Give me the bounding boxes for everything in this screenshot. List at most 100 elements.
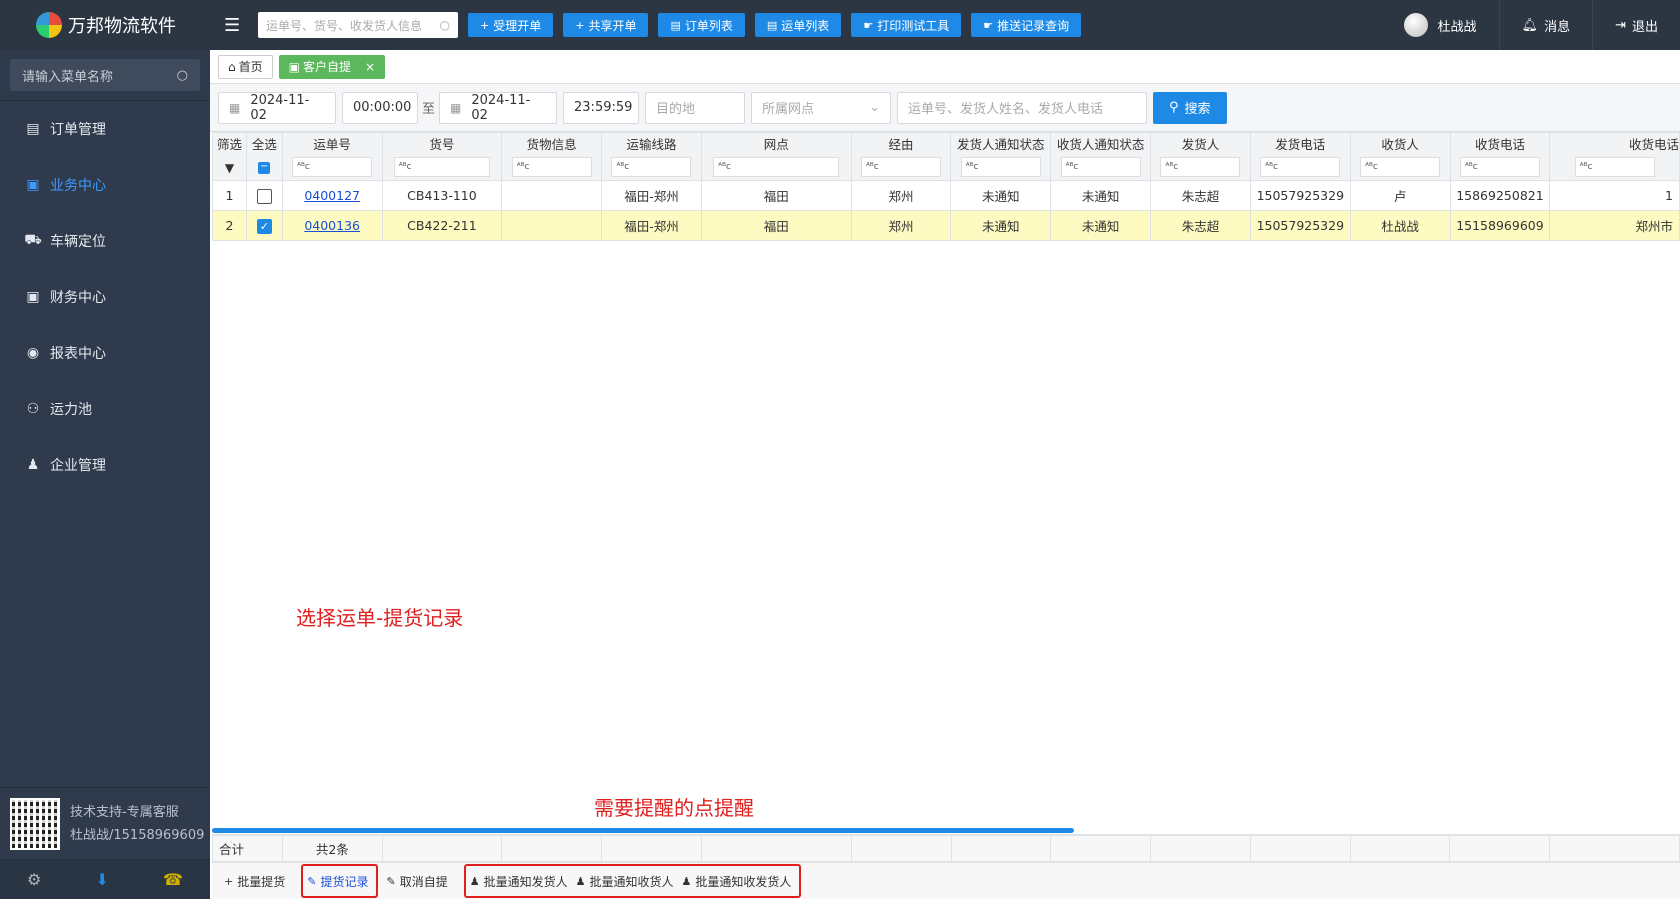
column-header[interactable]: 收货人通知状态 — [1050, 132, 1152, 155]
end-time-input[interactable]: 23:59:59 — [563, 91, 640, 124]
table-row[interactable]: 2 ✓ 0400136 CB422-211 福田-郑州 福田 郑州 未通知 未通知 朱志超 1505… — [212, 210, 1680, 241]
messages-button[interactable]: 🔔︎ 消息 — [1498, 0, 1593, 50]
column-filter-input[interactable]: ᴬᴮc — [292, 157, 373, 178]
column-header[interactable]: 筛选 — [212, 132, 247, 155]
sidebar: 请输入菜单名称 ○ ▤ 订单管理 ▣ 业务中心 ⛟ 车辆定位 ▣ 财务中心 ◉ 报表中心 ⚇ 运力池 ♟… — [0, 50, 210, 899]
notify-sender-button[interactable]: ♟ 批量通知发货人 — [470, 869, 568, 893]
print-test-tool-label: 打印测试工具 — [877, 18, 950, 33]
keyword-input[interactable]: 运单号、发货人姓名、发货人电话 — [897, 91, 1148, 124]
sidebar-item-label: 订单管理 — [50, 122, 106, 138]
cell-route: 福田-郑州 — [601, 210, 702, 241]
shared-order-button[interactable]: + 共享开单 — [563, 13, 649, 37]
destination-placeholder: 目的地 — [656, 102, 696, 117]
column-header[interactable]: 收货电话 — [1449, 132, 1551, 155]
sidebar-item-capacity[interactable]: ⚇ 运力池 — [0, 381, 210, 437]
sidebar-item-reports[interactable]: ◉ 报表中心 — [0, 325, 210, 381]
column-filter-input[interactable]: ᴬᴮc — [1459, 157, 1540, 178]
waybill-link[interactable]: 0400136 — [304, 218, 360, 233]
search-icon[interactable]: ○ — [440, 18, 450, 32]
search-icon[interactable]: ○ — [177, 68, 188, 83]
row-checkbox[interactable] — [256, 188, 272, 204]
notify-both-button[interactable]: ♟ 批量通知收发货人 — [681, 869, 791, 893]
column-filter-input[interactable]: ᴬᴮc — [1060, 157, 1141, 178]
list-icon: ▤ — [766, 18, 778, 32]
column-filter-input[interactable]: ᴬᴮc — [393, 157, 490, 178]
column-header[interactable]: 运输线路 — [601, 132, 702, 155]
cell-receiver-status: 未通知 — [1050, 210, 1152, 241]
sidebar-item-vehicle[interactable]: ⛟ 车辆定位 — [0, 213, 210, 269]
sidebar-item-orders[interactable]: ▤ 订单管理 — [0, 101, 210, 157]
business-icon: ▣ — [26, 177, 40, 193]
start-time-input[interactable]: 00:00:00 — [342, 91, 418, 124]
print-test-tool-button[interactable]: ☛ 打印测试工具 — [851, 13, 962, 37]
order-list-button[interactable]: ▤ 订单列表 — [658, 13, 745, 37]
column-filter-input[interactable]: ᴬᴮc — [713, 157, 840, 178]
column-filter-input[interactable]: ᴬᴮc — [1360, 157, 1441, 178]
column-header[interactable]: 收货人 — [1349, 132, 1451, 155]
top-search-input[interactable]: 运单号、货号、收发货人信息 ○ — [258, 12, 458, 38]
destination-input[interactable]: 目的地 — [645, 91, 746, 124]
top-search-placeholder: 运单号、货号、收发货人信息 — [266, 18, 423, 33]
sidebar-item-business[interactable]: ▣ 业务中心 — [0, 157, 210, 213]
tab-customer-pickup[interactable]: ▣ 客户自提 × — [278, 54, 386, 79]
cell-cargo-no: CB422-211 — [381, 210, 503, 241]
sidebar-item-label: 财务中心 — [50, 290, 106, 306]
cancel-pickup-button[interactable]: ✎ 取消自提 — [386, 869, 447, 893]
support-icon[interactable]: ☎ — [163, 870, 183, 889]
menu-search-input[interactable]: 请输入菜单名称 ○ — [10, 59, 200, 91]
waybill-list-button[interactable]: ▤ 运单列表 — [754, 13, 842, 37]
settings-icon[interactable]: ⚙ — [27, 870, 41, 889]
support-contact: 杜战战/15158969609 — [70, 827, 205, 843]
column-header[interactable]: 运单号 — [281, 132, 383, 155]
tab-home[interactable]: ⌂ 首页 — [218, 54, 273, 79]
cell-extra: 郑州市 — [1549, 210, 1680, 241]
column-header[interactable]: 网点 — [700, 132, 852, 155]
cell-sender-phone: 15057925329 — [1249, 180, 1351, 211]
user-icon: ♟ — [469, 874, 480, 888]
sidebar-item-finance[interactable]: ▣ 财务中心 — [0, 269, 210, 325]
start-date-input[interactable]: ▦ 2024-11-02 — [218, 91, 336, 124]
column-header[interactable]: 货号 — [381, 132, 503, 155]
push-record-query-button[interactable]: ☛ 推送记录查询 — [971, 13, 1082, 37]
column-filter-input[interactable]: ᴬᴮc — [611, 157, 692, 178]
batch-pickup-button[interactable]: + 批量提货 — [224, 869, 285, 893]
download-icon[interactable]: ⬇ — [95, 870, 108, 889]
menu-toggle-icon[interactable]: ☰ — [224, 15, 244, 36]
pickup-record-button[interactable]: ✎ 提货记录 — [307, 869, 368, 893]
end-date-input[interactable]: ▦ 2024-11-02 — [439, 91, 558, 124]
close-icon[interactable]: × — [365, 60, 375, 74]
waybill-link[interactable]: 0400127 — [304, 188, 360, 203]
branch-select[interactable]: 所属网点 ⌄ — [751, 91, 892, 124]
user-menu[interactable]: 杜战战 — [1382, 0, 1499, 50]
column-header[interactable]: 全选 — [245, 132, 283, 155]
table-row[interactable]: 1 0400127 CB413-110 福田-郑州 福田 郑州 未通知 未通知 朱志超 15057… — [212, 180, 1680, 211]
column-filter-input[interactable]: ᴬᴮc — [511, 157, 592, 178]
horizontal-scrollbar[interactable] — [212, 828, 1074, 833]
notify-receiver-button[interactable]: ♟ 批量通知收货人 — [576, 869, 674, 893]
logout-label: 退出 — [1631, 19, 1658, 35]
column-header[interactable]: 发货人通知状态 — [950, 132, 1052, 155]
column-header[interactable]: 经由 — [850, 132, 952, 155]
start-time-value: 00:00:00 — [353, 100, 412, 115]
column-filter-input[interactable]: ᴬᴮc — [960, 157, 1041, 178]
highlight-box-notify: ♟ 批量通知发货人 ♟ 批量通知收货人 ♟ 批量通知收发货人 — [463, 864, 802, 898]
column-filter-input[interactable]: ᴬᴮc — [1160, 157, 1241, 178]
column-header[interactable]: 发货电话 — [1249, 132, 1351, 155]
select-all-checkbox[interactable]: − — [258, 162, 271, 175]
tab-home-label: 首页 — [238, 60, 263, 74]
filter-icon[interactable]: ▼ — [225, 161, 234, 175]
column-header[interactable]: 发货人 — [1150, 132, 1251, 155]
logout-button[interactable]: ⇥ 退出 — [1592, 0, 1680, 50]
column-filter-input[interactable]: ᴬᴮc — [860, 157, 941, 178]
row-checkbox[interactable]: ✓ — [256, 218, 272, 234]
app-title: 万邦物流软件 — [68, 16, 176, 37]
app-logo[interactable]: 万邦物流软件 — [0, 0, 210, 50]
column-header[interactable]: 货物信息 — [501, 132, 603, 155]
search-button[interactable]: ⚲ 搜索 — [1153, 91, 1227, 124]
sidebar-item-enterprise[interactable]: ♟ 企业管理 — [0, 437, 210, 493]
column-filter-input[interactable]: ᴬᴮc — [1574, 157, 1655, 178]
accept-order-button[interactable]: + 受理开单 — [468, 13, 554, 37]
filter-bar: ▦ 2024-11-02 00:00:00 至 ▦ 2024-11-02 23:59… — [210, 84, 1680, 132]
column-header[interactable]: 收货电话 — [1549, 132, 1680, 155]
column-filter-input[interactable]: ᴬᴮc — [1260, 157, 1341, 178]
